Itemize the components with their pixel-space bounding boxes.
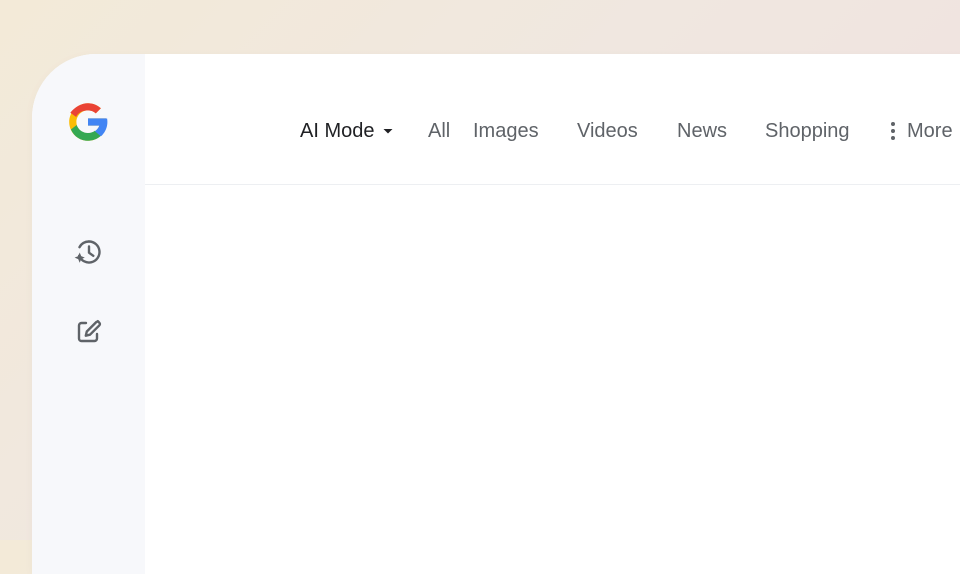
new-chat-button[interactable]: [69, 313, 109, 353]
tab-images-label: Images: [473, 120, 539, 142]
tab-images[interactable]: Images: [473, 119, 539, 143]
tab-ai-mode-label: AI Mode: [300, 120, 375, 142]
tab-videos-label: Videos: [577, 120, 638, 142]
more-vertical-icon: [890, 121, 896, 141]
dropdown-arrow-icon: [382, 125, 394, 137]
app-window: AI Mode All Images Videos News Shopping …: [32, 54, 960, 574]
tab-shopping[interactable]: Shopping: [765, 119, 850, 143]
history-sparkle-icon: [73, 236, 105, 273]
edit-square-icon: [73, 315, 105, 352]
main-area: AI Mode All Images Videos News Shopping …: [145, 54, 960, 574]
tab-news[interactable]: News: [677, 119, 727, 143]
tab-all-label: All: [428, 120, 451, 142]
tab-more[interactable]: More: [890, 119, 953, 143]
tab-ai-mode[interactable]: AI Mode: [300, 119, 394, 143]
tab-videos[interactable]: Videos: [577, 119, 638, 143]
tab-all[interactable]: All: [428, 119, 450, 143]
google-logo-icon[interactable]: [64, 98, 112, 146]
tab-news-label: News: [677, 120, 728, 142]
history-button[interactable]: [69, 234, 109, 274]
tab-more-label: More: [907, 120, 953, 142]
tab-shopping-label: Shopping: [765, 120, 850, 142]
sidebar: [32, 54, 145, 574]
search-tabs-bar: AI Mode All Images Videos News Shopping …: [145, 54, 960, 185]
